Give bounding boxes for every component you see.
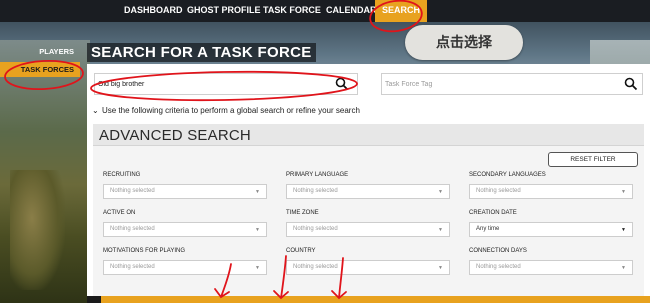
- advanced-search-title: ADVANCED SEARCH: [99, 127, 251, 144]
- caret-down-icon: ▼: [255, 265, 260, 271]
- caret-down-icon: ▼: [621, 227, 626, 233]
- hint-bubble: 点击选择: [405, 25, 523, 60]
- task-force-tag-input[interactable]: [385, 77, 606, 92]
- advanced-search-header: ADVANCED SEARCH: [93, 124, 644, 146]
- caret-down-icon: ▼: [438, 227, 443, 233]
- filter-value: Nothing selected: [110, 188, 155, 194]
- filter-label-motivations: MOTIVATIONS FOR PLAYING: [103, 248, 186, 254]
- bottom-bar: [87, 296, 650, 303]
- nav-task-force[interactable]: TASK FORCE: [263, 0, 321, 22]
- filter-label-creation-date: CREATION DATE: [469, 210, 517, 216]
- filter-value: Any time: [476, 226, 500, 232]
- filter-select-recruiting[interactable]: Nothing selected ▼: [103, 184, 267, 199]
- nav-ghost-profile[interactable]: GHOST PROFILE: [187, 0, 261, 22]
- top-navigation: DASHBOARD GHOST PROFILE TASK FORCE CALEN…: [0, 0, 650, 22]
- sidebar-item-task-forces[interactable]: TASK FORCES: [0, 62, 80, 77]
- task-force-name-search: [94, 73, 358, 95]
- caret-down-icon: ▼: [255, 189, 260, 195]
- nav-calendar[interactable]: CALENDAR: [326, 0, 377, 22]
- filter-label-secondary-languages: SECONDARY LANGUAGES: [469, 172, 546, 178]
- filter-label-recruiting: RECRUITING: [103, 172, 141, 178]
- caret-down-icon: ▼: [255, 227, 260, 233]
- task-force-tag-search: [381, 73, 643, 95]
- nav-dashboard[interactable]: DASHBOARD: [124, 0, 183, 22]
- criteria-text: Use the following criteria to perform a …: [102, 106, 360, 115]
- filter-select-motivations[interactable]: Nothing selected ▼: [103, 260, 267, 275]
- filter-value: Nothing selected: [110, 226, 155, 232]
- filter-value: Nothing selected: [293, 264, 338, 270]
- filter-value: Nothing selected: [293, 188, 338, 194]
- criteria-toggle[interactable]: ⌄ Use the following criteria to perform a…: [92, 106, 360, 115]
- filter-value: Nothing selected: [110, 264, 155, 270]
- filter-value: Nothing selected: [293, 226, 338, 232]
- filter-select-active-on[interactable]: Nothing selected ▼: [103, 222, 267, 237]
- task-force-name-input[interactable]: [98, 77, 321, 92]
- filter-select-time-zone[interactable]: Nothing selected ▼: [286, 222, 450, 237]
- page-title: SEARCH FOR A TASK FORCE: [87, 43, 316, 62]
- filter-value: Nothing selected: [476, 188, 521, 194]
- filter-value: Nothing selected: [476, 264, 521, 270]
- nav-search[interactable]: SEARCH: [375, 0, 428, 22]
- filter-label-connection-days: CONNECTION DAYS: [469, 248, 527, 254]
- filter-select-country[interactable]: Nothing selected ▼: [286, 260, 450, 275]
- filter-select-primary-language[interactable]: Nothing selected ▼: [286, 184, 450, 199]
- filter-select-secondary-languages[interactable]: Nothing selected ▼: [469, 184, 633, 199]
- caret-down-icon: ▼: [438, 265, 443, 271]
- sidebar-item-players[interactable]: PLAYERS: [0, 44, 80, 59]
- search-icon[interactable]: [624, 77, 638, 91]
- search-panel: ⌄Use the following criteria to perform a…: [87, 64, 650, 303]
- filter-select-connection-days[interactable]: Nothing selected ▼: [469, 260, 633, 275]
- filter-label-primary-language: PRIMARY LANGUAGE: [286, 172, 349, 178]
- caret-down-icon: ▼: [621, 265, 626, 271]
- search-icon[interactable]: [335, 77, 349, 91]
- reset-filter-button[interactable]: RESET FILTER: [548, 152, 638, 167]
- background-rock-left: [0, 40, 90, 303]
- advanced-search-section: ADVANCED SEARCH RESET FILTER RECRUITING …: [93, 124, 644, 303]
- filter-label-active-on: ACTIVE ON: [103, 210, 136, 216]
- filter-select-creation-date[interactable]: Any time ▼: [469, 222, 633, 237]
- caret-down-icon: ▼: [438, 189, 443, 195]
- chevron-down-icon: ⌄: [92, 106, 99, 115]
- filter-label-time-zone: TIME ZONE: [286, 210, 319, 216]
- caret-down-icon: ▼: [621, 189, 626, 195]
- filter-label-country: COUNTRY: [286, 248, 316, 254]
- advanced-search-filters: RESET FILTER RECRUITING Nothing selected…: [93, 146, 644, 303]
